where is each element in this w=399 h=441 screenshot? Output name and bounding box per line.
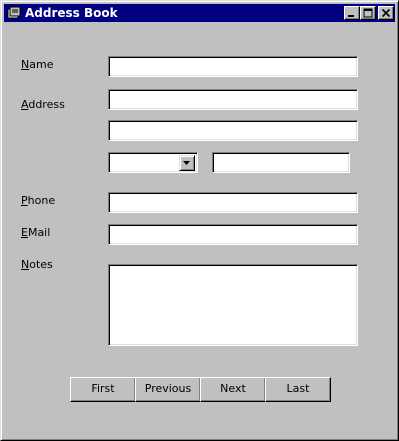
notes-textarea[interactable] — [111, 267, 357, 343]
close-icon — [381, 8, 391, 18]
first-button[interactable]: First — [70, 377, 136, 402]
address-line1-field[interactable] — [108, 89, 358, 110]
title-bar[interactable]: Address Book — [4, 4, 395, 22]
state-dropdown-button[interactable] — [179, 155, 195, 171]
email-input[interactable] — [111, 227, 357, 242]
minimize-button[interactable] — [344, 6, 360, 20]
chevron-down-icon — [183, 161, 190, 165]
zip-field[interactable] — [212, 152, 350, 173]
previous-button[interactable]: Previous — [135, 377, 201, 402]
last-button[interactable]: Last — [265, 377, 331, 402]
zip-input[interactable] — [215, 155, 349, 170]
phone-input[interactable] — [111, 195, 357, 210]
name-label: Name — [21, 58, 54, 71]
address-line2-input[interactable] — [111, 123, 357, 138]
state-combobox[interactable] — [108, 152, 198, 173]
notes-field[interactable] — [108, 264, 358, 346]
close-button[interactable] — [378, 6, 394, 20]
state-input[interactable] — [111, 155, 179, 170]
window-title: Address Book — [25, 6, 118, 20]
address-label: Address — [21, 98, 65, 111]
phone-label: Phone — [21, 194, 56, 207]
maximize-icon — [363, 8, 373, 18]
phone-field[interactable] — [108, 192, 358, 213]
notes-label: Notes — [21, 258, 53, 271]
maximize-button[interactable] — [360, 6, 376, 20]
address-book-window: Address Book Name Address Phone EMail No… — [0, 0, 399, 441]
name-field[interactable] — [108, 56, 358, 77]
address-line2-field[interactable] — [108, 120, 358, 141]
address-book-icon[interactable] — [7, 6, 21, 20]
name-input[interactable] — [111, 59, 357, 74]
email-label: EMail — [21, 226, 51, 239]
address-line1-input[interactable] — [111, 92, 357, 107]
email-field[interactable] — [108, 224, 358, 245]
next-button[interactable]: Next — [200, 377, 266, 402]
minimize-icon — [348, 15, 354, 17]
